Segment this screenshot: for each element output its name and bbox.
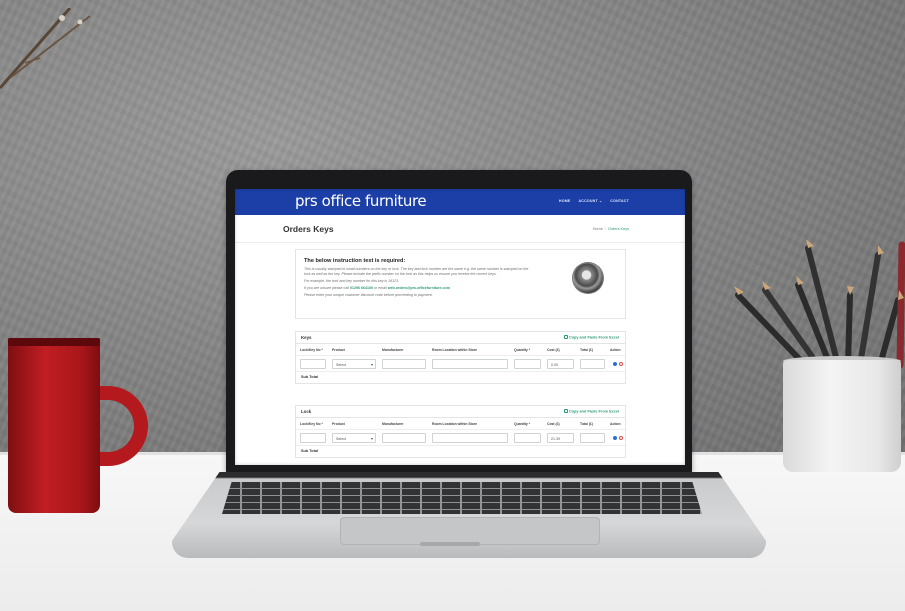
keys-card-header: Keys Copy and Paste From Excel [296, 332, 625, 344]
manufacturer-input[interactable] [382, 433, 426, 443]
col-quantity: Quantity * [514, 422, 531, 426]
instruction-call-text: If you are unsure please call [304, 286, 349, 290]
nav-account-label: ACCOUNT [578, 199, 598, 203]
col-product: Product [332, 422, 345, 426]
clipboard-icon [563, 335, 568, 339]
instruction-line-2: lock as well as the key. Please include … [304, 272, 497, 276]
nav-account[interactable]: ACCOUNT ⌄ [579, 199, 603, 203]
delete-row-icon[interactable] [619, 362, 623, 366]
instruction-heading: The below instruction text is required: [304, 258, 406, 264]
col-total: Total (£) [580, 422, 593, 426]
lock-table-row: Select 21.39 [296, 430, 625, 446]
col-lock-key-no: Lock/Key No * [300, 422, 323, 426]
nav-home[interactable]: HOME [559, 199, 571, 203]
lock-key-no-input[interactable] [300, 359, 326, 369]
delete-row-icon[interactable] [619, 436, 623, 440]
instruction-line-1: This is usually stamped in small numbers… [304, 267, 529, 271]
col-manufacturer: Manufacturer [382, 348, 404, 352]
laptop-notch [420, 542, 480, 546]
keyboard-rows [222, 482, 702, 514]
room-location-input[interactable] [432, 359, 508, 369]
lock-paste-from-excel-button[interactable]: Copy and Paste From Excel [563, 409, 619, 414]
breadcrumb: Home / Orders Keys [593, 227, 629, 231]
email-link[interactable]: web.orders@prs-officefurniture.com [388, 286, 450, 290]
instruction-box: The below instruction text is required: … [295, 249, 626, 319]
col-action: Action [610, 422, 621, 426]
lock-key-image [573, 263, 603, 293]
manufacturer-input[interactable] [382, 359, 426, 369]
lock-card-title: Lock [301, 409, 312, 414]
mug-body [8, 338, 100, 513]
lock-subtotal-row: Sub Total [296, 446, 625, 457]
col-manufacturer: Manufacturer [382, 422, 404, 426]
lock-subtotal-label: Sub Total [301, 449, 319, 453]
nav-contact[interactable]: CONTACT [610, 199, 629, 203]
quantity-input[interactable] [514, 433, 541, 443]
main-nav: HOME ACCOUNT ⌄ CONTACT [559, 199, 629, 203]
add-row-icon[interactable] [613, 362, 617, 366]
paste-button-label: Copy and Paste From Excel [568, 335, 619, 340]
chevron-down-icon: ⌄ [599, 199, 603, 203]
lock-card-header: Lock Copy and Paste From Excel [296, 406, 625, 418]
mug-rim [8, 338, 100, 346]
room-location-input[interactable] [432, 433, 508, 443]
cost-field: 0.00 [547, 359, 574, 369]
col-action: Action [610, 348, 621, 352]
col-quantity: Quantity * [514, 348, 531, 352]
product-select[interactable]: Select [332, 359, 376, 369]
col-lock-key-no: Lock/Key No * [300, 348, 323, 352]
col-total: Total (£) [580, 348, 593, 352]
instruction-line-4: If you are unsure please call 01296 6641… [304, 286, 569, 291]
col-cost: Cost (£) [547, 422, 560, 426]
col-room-location: Room Location within Store [432, 348, 478, 352]
keys-table-row: Select 0.00 [296, 356, 625, 372]
col-cost: Cost (£) [547, 348, 560, 352]
total-field [580, 433, 605, 443]
instruction-line-3: For example, the lock and key number for… [304, 279, 400, 283]
lock-table-header: Lock/Key No * Product Manufacturer Room … [296, 418, 625, 430]
site-navbar: prs office furniture HOME ACCOUNT ⌄ CONT… [235, 189, 685, 215]
keys-paste-from-excel-button[interactable]: Copy and Paste From Excel [563, 335, 619, 340]
add-row-icon[interactable] [613, 436, 617, 440]
trackpad [340, 517, 600, 545]
total-field [580, 359, 605, 369]
pencil-cup [783, 360, 901, 472]
phone-link[interactable]: 01296 664100 [350, 286, 373, 290]
quantity-input[interactable] [514, 359, 541, 369]
lock-card: Lock Copy and Paste From Excel Lock/Key … [295, 405, 626, 458]
keys-subtotal-label: Sub Total [301, 375, 319, 379]
breadcrumb-current: Orders Keys [607, 227, 629, 231]
breadcrumb-separator: / [604, 227, 606, 231]
page-title: Orders Keys [283, 224, 334, 234]
branch-decoration [0, 8, 91, 89]
instruction-line-5: Please enter your unique customer discou… [304, 293, 433, 297]
cost-field: 21.39 [547, 433, 574, 443]
col-product: Product [332, 348, 345, 352]
product-select[interactable]: Select [332, 433, 376, 443]
col-room-location: Room Location within Store [432, 422, 478, 426]
site-logo[interactable]: prs office furniture [295, 192, 427, 210]
breadcrumb-home[interactable]: Home [593, 227, 603, 231]
red-mug [8, 338, 148, 518]
keys-subtotal-row: Sub Total [296, 372, 625, 383]
keys-card-title: Keys [301, 335, 312, 340]
pencils [734, 240, 905, 369]
lock-key-no-input[interactable] [300, 433, 326, 443]
laptop-screen: prs office furniture HOME ACCOUNT ⌄ CONT… [235, 189, 685, 465]
clipboard-icon [563, 409, 568, 413]
paste-button-label: Copy and Paste From Excel [568, 409, 619, 414]
keys-table-header: Lock/Key No * Product Manufacturer Room … [296, 344, 625, 356]
keys-card: Keys Copy and Paste From Excel Lock/Key … [295, 331, 626, 384]
instruction-email-text: or email [373, 286, 387, 290]
